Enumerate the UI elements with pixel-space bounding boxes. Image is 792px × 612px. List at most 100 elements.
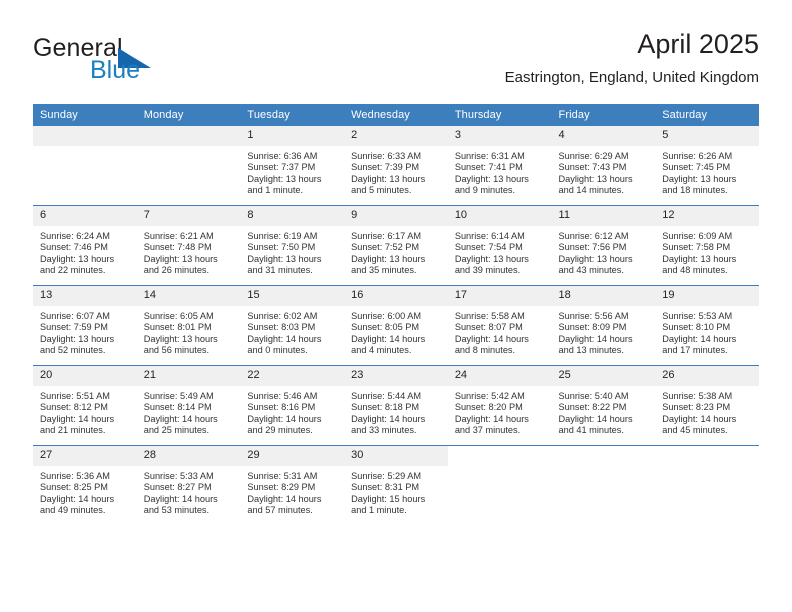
calendar-day-cell[interactable]: 18 Sunrise: 5:56 AM Sunset: 8:09 PM Dayligh… <box>551 285 656 366</box>
day-number: 3 <box>447 126 552 146</box>
day-details: Sunrise: 5:40 AM Sunset: 8:22 PM Daylight:… <box>552 386 656 437</box>
day-details: Sunrise: 5:51 AM Sunset: 8:12 PM Daylight:… <box>33 386 137 437</box>
sunrise-text: Sunrise: 6:02 AM <box>247 311 318 321</box>
sunset-text: Sunset: 7:43 PM <box>558 162 627 173</box>
day-number: 14 <box>136 286 241 306</box>
daylight-text: Daylight: 13 hours and 1 minute. <box>247 173 322 196</box>
sunrise-text: Sunrise: 5:46 AM <box>247 391 318 401</box>
calendar-day-cell[interactable]: 3 Sunrise: 6:31 AM Sunset: 7:41 PM Daylight… <box>447 126 552 206</box>
sunset-text: Sunset: 8:23 PM <box>662 402 731 413</box>
calendar-day-cell[interactable]: 5 Sunrise: 6:26 AM Sunset: 7:45 PM Daylight… <box>655 126 759 206</box>
calendar-day-cell[interactable]: 4 Sunrise: 6:29 AM Sunset: 7:43 PM Daylight… <box>551 126 656 206</box>
general-blue-logo[interactable]: General Blue <box>33 34 253 90</box>
calendar-day-cell[interactable]: 25 Sunrise: 5:40 AM Sunset: 8:22 PM Dayligh… <box>551 365 656 446</box>
day-details: Sunrise: 5:53 AM Sunset: 8:10 PM Daylight:… <box>655 306 759 357</box>
calendar-empty-cell <box>447 445 552 525</box>
calendar-day-cell[interactable]: 29 Sunrise: 5:31 AM Sunset: 8:29 PM Dayligh… <box>240 445 345 525</box>
calendar-day-cell[interactable]: 2 Sunrise: 6:33 AM Sunset: 7:39 PM Daylight… <box>344 126 448 206</box>
day-number: 4 <box>551 126 656 146</box>
calendar-day-cell[interactable]: 23 Sunrise: 5:44 AM Sunset: 8:18 PM Dayligh… <box>344 365 448 446</box>
calendar-page: General Blue April 2025 Eastrington, Eng… <box>0 0 792 612</box>
calendar-day-cell[interactable]: 6 Sunrise: 6:24 AM Sunset: 7:46 PM Daylight… <box>33 205 137 286</box>
day-number: 30 <box>344 446 448 466</box>
weekday-header-friday: Friday <box>551 104 656 126</box>
sunrise-text: Sunrise: 5:31 AM <box>247 471 318 481</box>
day-number <box>136 126 241 146</box>
page-title: April 2025 <box>637 29 759 59</box>
day-details: Sunrise: 6:17 AM Sunset: 7:52 PM Daylight:… <box>344 226 448 277</box>
sunrise-text: Sunrise: 6:17 AM <box>351 231 422 241</box>
day-number: 11 <box>551 206 656 226</box>
sunrise-text: Sunrise: 6:33 AM <box>351 151 422 161</box>
day-number <box>447 446 552 466</box>
calendar-body: 1 Sunrise: 6:36 AM Sunset: 7:37 PM Daylight… <box>33 126 759 525</box>
sunrise-text: Sunrise: 6:31 AM <box>454 151 525 161</box>
calendar-day-cell[interactable]: 27 Sunrise: 5:36 AM Sunset: 8:25 PM Dayligh… <box>33 445 137 525</box>
sunrise-text: Sunrise: 5:58 AM <box>454 311 525 321</box>
calendar-day-cell[interactable]: 26 Sunrise: 5:38 AM Sunset: 8:23 PM Dayligh… <box>655 365 759 446</box>
calendar-empty-cell <box>136 126 241 206</box>
day-number: 10 <box>447 206 552 226</box>
calendar-day-cell[interactable]: 16 Sunrise: 6:00 AM Sunset: 8:05 PM Dayligh… <box>344 285 448 366</box>
calendar-day-cell[interactable]: 14 Sunrise: 6:05 AM Sunset: 8:01 PM Dayligh… <box>136 285 241 366</box>
calendar-day-cell[interactable]: 8 Sunrise: 6:19 AM Sunset: 7:50 PM Daylight… <box>240 205 345 286</box>
sunset-text: Sunset: 8:31 PM <box>351 482 420 493</box>
sunset-text: Sunset: 8:25 PM <box>40 482 108 493</box>
weekday-header-sunday: Sunday <box>33 104 137 126</box>
daylight-text: Daylight: 14 hours and 8 minutes. <box>454 333 529 356</box>
sunrise-text: Sunrise: 5:29 AM <box>351 471 422 481</box>
daylight-text: Daylight: 14 hours and 25 minutes. <box>143 413 218 436</box>
calendar-day-cell[interactable]: 1 Sunrise: 6:36 AM Sunset: 7:37 PM Daylight… <box>240 126 345 206</box>
daylight-text: Daylight: 13 hours and 56 minutes. <box>143 333 218 356</box>
sunset-text: Sunset: 7:48 PM <box>143 242 212 253</box>
day-number: 8 <box>240 206 345 226</box>
calendar-day-cell[interactable]: 10 Sunrise: 6:14 AM Sunset: 7:54 PM Dayligh… <box>447 205 552 286</box>
calendar-day-cell[interactable]: 28 Sunrise: 5:33 AM Sunset: 8:27 PM Dayligh… <box>136 445 241 525</box>
calendar-day-cell[interactable]: 17 Sunrise: 5:58 AM Sunset: 8:07 PM Dayligh… <box>447 285 552 366</box>
sunset-text: Sunset: 8:03 PM <box>247 322 316 333</box>
day-details: Sunrise: 6:26 AM Sunset: 7:45 PM Daylight:… <box>655 146 759 197</box>
sunrise-text: Sunrise: 5:42 AM <box>454 391 525 401</box>
sunrise-text: Sunrise: 6:21 AM <box>143 231 214 241</box>
day-details: Sunrise: 5:44 AM Sunset: 8:18 PM Daylight:… <box>344 386 448 437</box>
sunset-text: Sunset: 7:59 PM <box>40 322 108 333</box>
calendar-empty-cell <box>33 126 137 206</box>
calendar-day-cell[interactable]: 11 Sunrise: 6:12 AM Sunset: 7:56 PM Dayligh… <box>551 205 656 286</box>
calendar-day-cell[interactable]: 9 Sunrise: 6:17 AM Sunset: 7:52 PM Daylight… <box>344 205 448 286</box>
calendar-day-cell[interactable]: 30 Sunrise: 5:29 AM Sunset: 8:31 PM Dayligh… <box>344 445 448 525</box>
weekday-header-row: Sunday Monday Tuesday Wednesday Thursday Frid… <box>33 104 759 126</box>
daylight-text: Daylight: 13 hours and 52 minutes. <box>40 333 115 356</box>
daylight-text: Daylight: 14 hours and 21 minutes. <box>40 413 115 436</box>
day-details: Sunrise: 5:36 AM Sunset: 8:25 PM Daylight:… <box>33 466 137 517</box>
calendar-day-cell[interactable]: 15 Sunrise: 6:02 AM Sunset: 8:03 PM Dayligh… <box>240 285 345 366</box>
day-number: 13 <box>33 286 137 306</box>
daylight-text: Daylight: 14 hours and 17 minutes. <box>662 333 737 356</box>
calendar-day-cell[interactable]: 20 Sunrise: 5:51 AM Sunset: 8:12 PM Dayligh… <box>33 365 137 446</box>
day-details: Sunrise: 6:07 AM Sunset: 7:59 PM Daylight:… <box>33 306 137 357</box>
day-details: Sunrise: 6:12 AM Sunset: 7:56 PM Daylight:… <box>552 226 656 277</box>
calendar-day-cell[interactable]: 7 Sunrise: 6:21 AM Sunset: 7:48 PM Daylight… <box>136 205 241 286</box>
sunrise-text: Sunrise: 5:44 AM <box>351 391 422 401</box>
calendar-day-cell[interactable]: 12 Sunrise: 6:09 AM Sunset: 7:58 PM Dayligh… <box>655 205 759 286</box>
calendar-day-cell[interactable]: 24 Sunrise: 5:42 AM Sunset: 8:20 PM Dayligh… <box>447 365 552 446</box>
calendar-day-cell[interactable]: 22 Sunrise: 5:46 AM Sunset: 8:16 PM Dayligh… <box>240 365 345 446</box>
calendar-day-cell[interactable]: 21 Sunrise: 5:49 AM Sunset: 8:14 PM Dayligh… <box>136 365 241 446</box>
sunrise-text: Sunrise: 6:12 AM <box>558 231 629 241</box>
sunset-text: Sunset: 8:14 PM <box>143 402 212 413</box>
day-details: Sunrise: 5:49 AM Sunset: 8:14 PM Daylight:… <box>137 386 241 437</box>
sunset-text: Sunset: 7:56 PM <box>558 242 627 253</box>
sunset-text: Sunset: 8:05 PM <box>351 322 420 333</box>
daylight-text: Daylight: 14 hours and 53 minutes. <box>143 493 218 516</box>
day-number: 16 <box>344 286 448 306</box>
sunset-text: Sunset: 8:09 PM <box>558 322 627 333</box>
calendar-day-cell[interactable]: 19 Sunrise: 5:53 AM Sunset: 8:10 PM Dayligh… <box>655 285 759 366</box>
daylight-text: Daylight: 15 hours and 1 minute. <box>351 493 426 516</box>
daylight-text: Daylight: 14 hours and 4 minutes. <box>351 333 426 356</box>
day-details: Sunrise: 6:29 AM Sunset: 7:43 PM Daylight:… <box>552 146 656 197</box>
calendar-day-cell[interactable]: 13 Sunrise: 6:07 AM Sunset: 7:59 PM Dayligh… <box>33 285 137 366</box>
calendar-header-row: Sunday Monday Tuesday Wednesday Thursday Frid… <box>33 104 759 126</box>
sunrise-text: Sunrise: 5:53 AM <box>662 311 733 321</box>
sunset-text: Sunset: 8:22 PM <box>558 402 627 413</box>
sunset-text: Sunset: 8:01 PM <box>143 322 212 333</box>
day-details: Sunrise: 5:38 AM Sunset: 8:23 PM Daylight:… <box>655 386 759 437</box>
